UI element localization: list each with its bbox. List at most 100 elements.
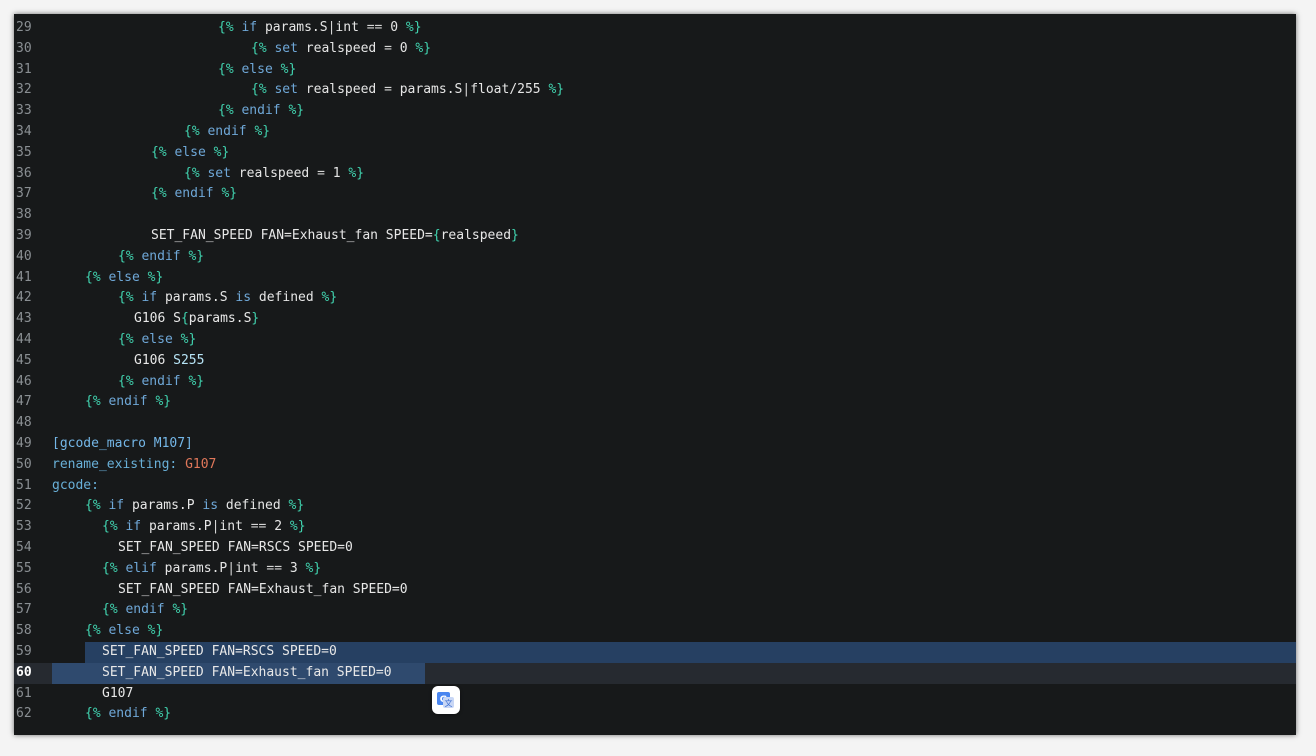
code-token: SET_FAN_SPEED FAN=Exhaust_fan SPEED=0 bbox=[102, 664, 392, 680]
code-line[interactable]: 42 {% if params.S is defined %} bbox=[14, 288, 1296, 309]
code-line[interactable]: 57 {% endif %} bbox=[14, 600, 1296, 621]
translate-icon[interactable]: G 文 bbox=[432, 686, 460, 714]
code-line[interactable]: 31 {% else %} bbox=[14, 60, 1296, 81]
code-line[interactable]: 56 SET_FAN_SPEED FAN=Exhaust_fan SPEED=0 bbox=[14, 580, 1296, 601]
code-text: {% set realspeed = 1 %} bbox=[184, 164, 364, 185]
code-text: gcode: bbox=[52, 476, 99, 497]
line-number: 34 bbox=[16, 124, 32, 139]
code-token: else bbox=[100, 269, 148, 285]
code-line[interactable]: 44 {% else %} bbox=[14, 330, 1296, 351]
code-line[interactable]: 35 {% else %} bbox=[14, 143, 1296, 164]
code-token: | bbox=[462, 82, 471, 98]
code-line[interactable]: 50 rename_existing: G107 bbox=[14, 455, 1296, 476]
code-line[interactable]: 37 {% endif %} bbox=[14, 184, 1296, 205]
line-number: 36 bbox=[16, 165, 32, 181]
line-number: 39 bbox=[16, 228, 32, 243]
code-token: params.S bbox=[164, 290, 228, 306]
code-line[interactable]: 62 {% endif %} bbox=[14, 704, 1296, 725]
line-number: 59 bbox=[16, 644, 32, 659]
code-token: 0 bbox=[390, 20, 399, 35]
code-text: SET_FAN_SPEED FAN=Exhaust_fan SPEED=0 bbox=[118, 580, 408, 601]
code-line[interactable]: 33 {% endif %} bbox=[14, 101, 1296, 122]
code-line[interactable]: 59 SET_FAN_SPEED FAN=RSCS SPEED=0 bbox=[14, 642, 1296, 663]
code-line[interactable]: 29 {% if params.S|int == 0 %} bbox=[14, 18, 1296, 39]
line-number: 46 bbox=[16, 373, 32, 389]
code-token: {% bbox=[151, 144, 167, 160]
code-token: params.S bbox=[264, 20, 328, 35]
code-token: endif bbox=[233, 103, 289, 119]
code-line[interactable]: 41 {% else %} bbox=[14, 268, 1296, 289]
code-token: float/255 bbox=[470, 82, 541, 98]
window-frame: 29 {% if params.S|int == 0 %} 30 {% set rea… bbox=[0, 0, 1316, 756]
code-token: { bbox=[180, 311, 189, 327]
line-number: 47 bbox=[16, 394, 32, 410]
code-token: params.P bbox=[164, 560, 228, 576]
line-number: 29 bbox=[16, 20, 32, 35]
code-token: %} bbox=[398, 20, 422, 35]
code-token: int bbox=[235, 560, 259, 576]
code-line[interactable]: 40 {% endif %} bbox=[14, 247, 1296, 268]
code-token: %} bbox=[313, 290, 338, 306]
line-number: 41 bbox=[16, 269, 32, 285]
code-token: params.P bbox=[148, 519, 212, 535]
code-line[interactable]: 39 SET_FAN_SPEED FAN=Exhaust_fan SPEED={r… bbox=[14, 226, 1296, 247]
code-token: {% bbox=[118, 290, 134, 306]
code-line[interactable]: 34 {% endif %} bbox=[14, 122, 1296, 143]
code-editor[interactable]: 29 {% if params.S|int == 0 %} 30 {% set rea… bbox=[14, 14, 1296, 735]
code-token: if bbox=[100, 498, 132, 514]
code-line[interactable]: 45 G106 S255 bbox=[14, 351, 1296, 372]
code-line[interactable]: 48 bbox=[14, 413, 1296, 434]
line-number: 54 bbox=[16, 540, 32, 555]
code-text: {% else %} bbox=[218, 60, 296, 81]
code-token: is bbox=[194, 498, 226, 514]
code-text: {% if params.S|int == 0 %} bbox=[218, 18, 422, 39]
code-token: if bbox=[133, 290, 165, 306]
code-token: {% bbox=[102, 519, 118, 535]
code-token: else bbox=[100, 623, 148, 639]
code-text: SET_FAN_SPEED FAN=Exhaust_fan SPEED={rea… bbox=[151, 226, 519, 247]
code-token: SET_FAN_SPEED FAN=Exhaust_fan SPEED=0 bbox=[118, 581, 408, 597]
code-line[interactable]: 46 {% endif %} bbox=[14, 372, 1296, 393]
code-line[interactable]: 58 {% else %} bbox=[14, 621, 1296, 642]
code-line[interactable]: 61 G107 bbox=[14, 684, 1296, 705]
code-line[interactable]: 55 {% elif params.P|int == 3 %} bbox=[14, 559, 1296, 580]
code-text: {% endif %} bbox=[102, 600, 188, 621]
code-token: realspeed bbox=[305, 40, 377, 56]
line-number: 45 bbox=[16, 352, 32, 368]
code-token: G106 S bbox=[134, 311, 181, 327]
code-token: endif bbox=[199, 124, 255, 139]
code-token: {% bbox=[218, 103, 234, 119]
code-line[interactable]: 52 {% if params.P is defined %} bbox=[14, 496, 1296, 517]
code-text: {% endif %} bbox=[85, 704, 171, 725]
code-token: rename_existing: bbox=[52, 456, 186, 472]
code-token: S255 bbox=[173, 352, 205, 368]
code-line[interactable]: 30 {% set realspeed = 0 %} bbox=[14, 39, 1296, 60]
code-line[interactable]: 47 {% endif %} bbox=[14, 392, 1296, 413]
code-token: gcode: bbox=[52, 477, 99, 493]
line-number: 51 bbox=[16, 477, 32, 493]
code-line[interactable]: 38 bbox=[14, 205, 1296, 226]
code-line[interactable]: 54 SET_FAN_SPEED FAN=RSCS SPEED=0 bbox=[14, 538, 1296, 559]
code-line[interactable]: 43 G106 S{params.S} bbox=[14, 309, 1296, 330]
code-text: G106 S{params.S} bbox=[134, 309, 259, 330]
code-token: == bbox=[358, 20, 391, 35]
code-token: endif bbox=[100, 394, 156, 410]
code-line[interactable]: 32 {% set realspeed = params.S|float/255 … bbox=[14, 80, 1296, 101]
code-token: G106 bbox=[134, 352, 174, 368]
code-token: %} bbox=[280, 498, 305, 514]
code-token: %} bbox=[188, 373, 205, 389]
code-token: defined bbox=[258, 290, 314, 306]
code-token: {% bbox=[184, 165, 200, 181]
code-token: {% bbox=[102, 602, 118, 618]
line-number: 56 bbox=[16, 581, 32, 597]
code-token: elif bbox=[117, 560, 165, 576]
code-text: {% else %} bbox=[85, 268, 163, 289]
code-line[interactable]: 60 SET_FAN_SPEED FAN=Exhaust_fan SPEED=0 bbox=[14, 662, 1296, 684]
code-text: {% endif %} bbox=[218, 101, 304, 122]
code-line[interactable]: 53 {% if params.P|int == 2 %} bbox=[14, 517, 1296, 538]
code-text: SET_FAN_SPEED FAN=RSCS SPEED=0 bbox=[102, 642, 337, 663]
code-line[interactable]: 36 {% set realspeed = 1 %} bbox=[14, 164, 1296, 185]
code-line[interactable]: 49 [gcode_macro M107] bbox=[14, 434, 1296, 455]
code-token: %} bbox=[147, 269, 164, 285]
code-line[interactable]: 51 gcode: bbox=[14, 476, 1296, 497]
